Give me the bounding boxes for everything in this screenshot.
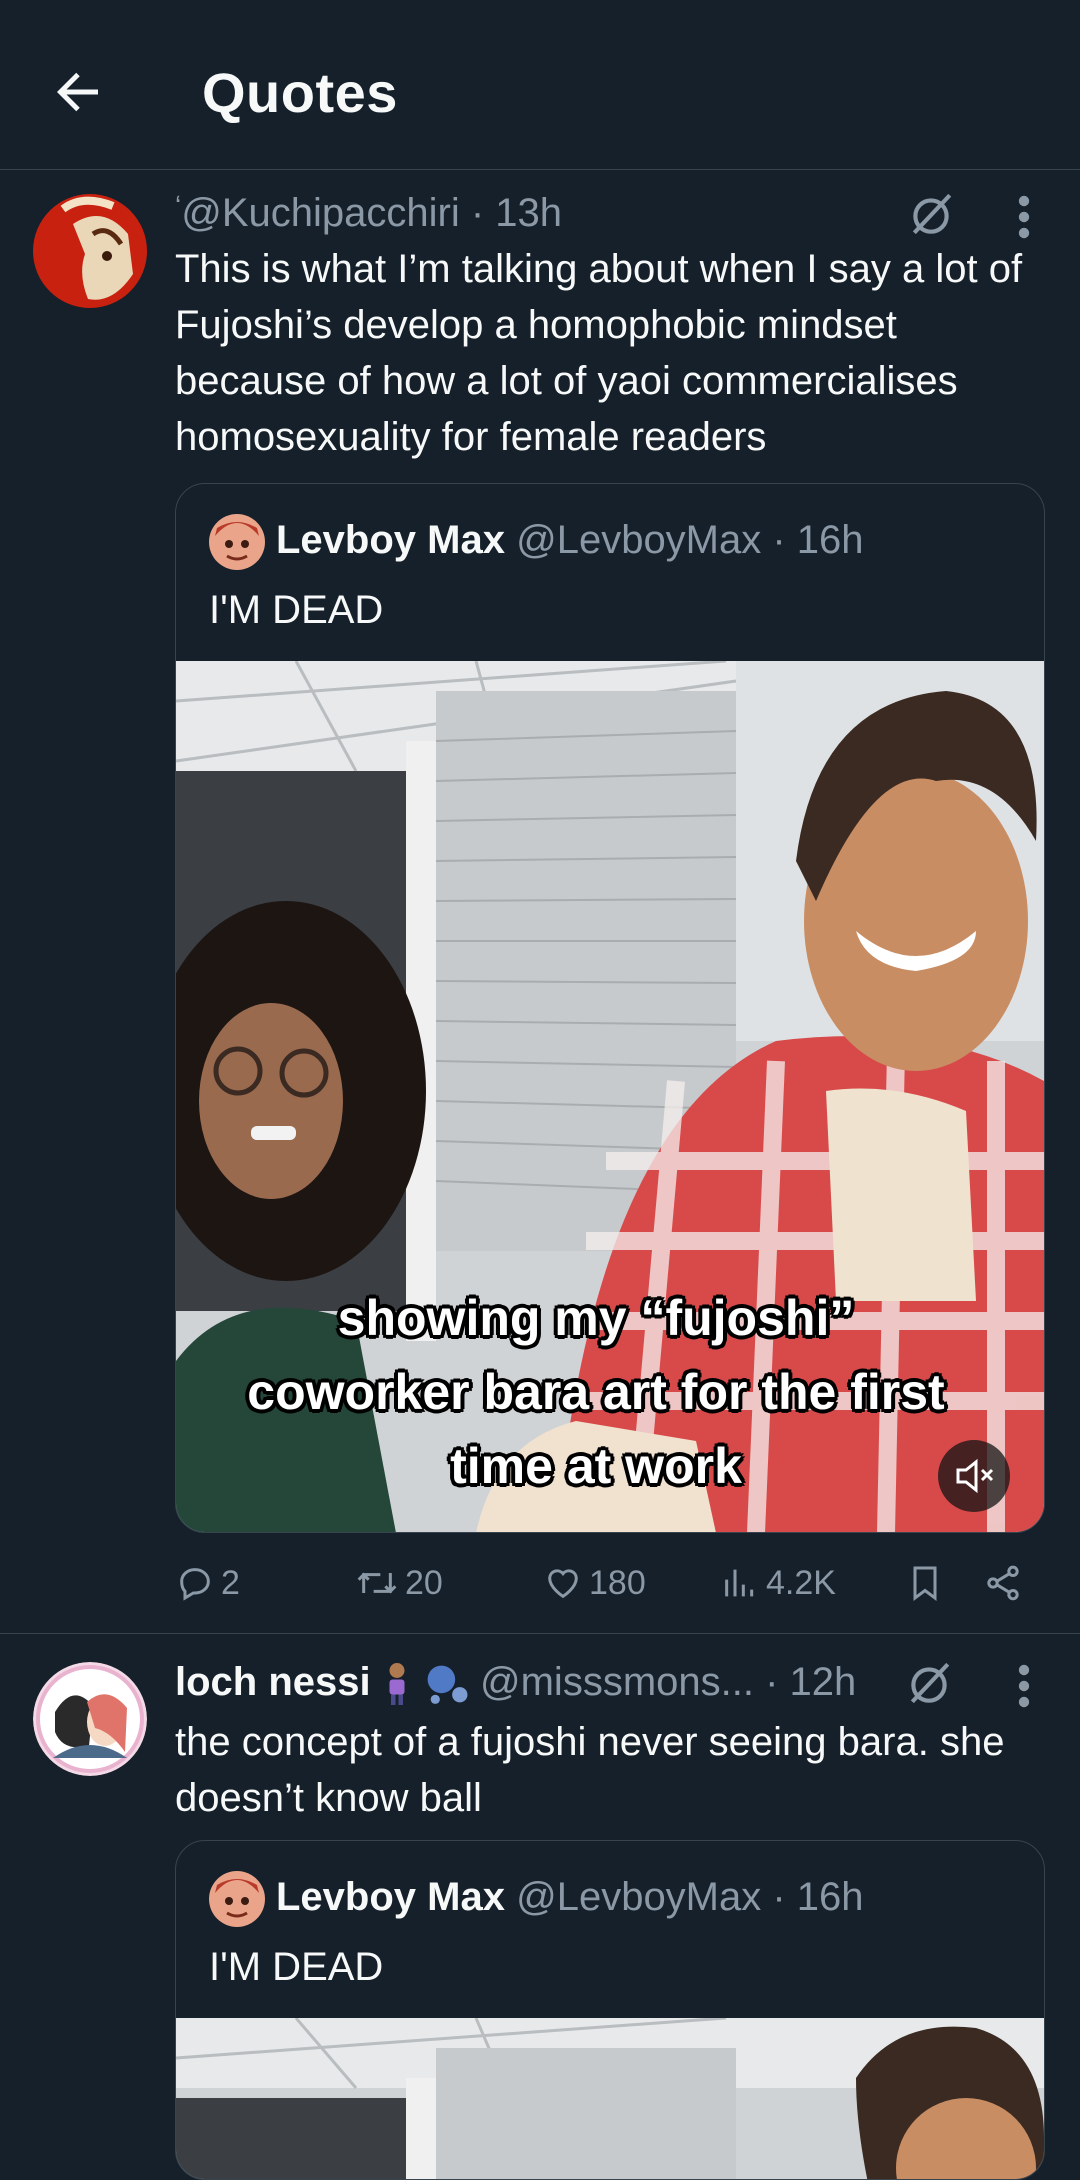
- like-button[interactable]: 180: [543, 1553, 646, 1613]
- author-handle[interactable]: @misssmons...: [480, 1660, 754, 1704]
- video-player[interactable]: [176, 2018, 1044, 2179]
- quoted-time: 16h: [796, 1875, 864, 1919]
- post-time: 12h: [789, 1660, 857, 1704]
- reply-count: 2: [221, 1563, 240, 1602]
- post-header: loch nessi @misssmons... · 12h: [175, 1660, 856, 1707]
- views-count: 4.2K: [766, 1563, 836, 1602]
- quoted-avatar[interactable]: [209, 514, 265, 570]
- quoted-header: Levboy Max @LevboyMax · 16h: [276, 518, 864, 562]
- bubbles-emoji-icon: [427, 1666, 468, 1705]
- share-icon: [987, 1565, 1019, 1601]
- more-options-icon[interactable]: [1016, 193, 1032, 241]
- quote-post-1[interactable]: ʻ@Kuchipacchiri · 13h This is what I’m t…: [0, 171, 1080, 1633]
- speaker-muted-icon: [956, 1458, 994, 1494]
- views-icon: [725, 1569, 754, 1597]
- quoted-author-handle[interactable]: @LevboyMax: [516, 518, 761, 562]
- views-button[interactable]: 4.2K: [720, 1553, 836, 1613]
- bookmark-icon: [913, 1566, 937, 1601]
- avatar[interactable]: [33, 1662, 147, 1776]
- heart-icon: [548, 1569, 578, 1599]
- quoted-text: I'M DEAD: [209, 588, 384, 632]
- author-handle[interactable]: @Kuchipacchiri: [181, 191, 460, 235]
- post-actions: 2 20 180 4.2K: [175, 1553, 1045, 1613]
- quoted-header: Levboy Max @LevboyMax · 16h: [276, 1875, 864, 1919]
- like-count: 180: [589, 1563, 646, 1602]
- repost-count: 20: [405, 1563, 443, 1602]
- person-emoji-icon: [389, 1663, 405, 1706]
- quoted-author-name[interactable]: Levboy Max: [276, 1875, 505, 1919]
- share-button[interactable]: [983, 1553, 1029, 1613]
- reply-icon: [180, 1568, 210, 1601]
- quote-post-2[interactable]: loch nessi @misssmons... · 12h the conce…: [0, 1634, 1080, 2180]
- post-text: This is what I’m talking about when I sa…: [175, 247, 1023, 459]
- repost-button[interactable]: 20: [355, 1553, 443, 1613]
- video-caption: showing my “fujoshi” coworker bara art f…: [247, 1290, 945, 1494]
- mute-button[interactable]: [938, 1440, 1010, 1512]
- bookmark-button[interactable]: [905, 1553, 951, 1613]
- quoted-avatar[interactable]: [209, 1871, 265, 1927]
- quoted-author-name[interactable]: Levboy Max: [276, 518, 505, 562]
- grok-icon[interactable]: [906, 189, 956, 239]
- back-arrow-icon[interactable]: [48, 62, 108, 122]
- quoted-time: 16h: [796, 518, 864, 562]
- post-header: ʻ@Kuchipacchiri · 13h: [175, 191, 563, 235]
- quoted-post[interactable]: Levboy Max @LevboyMax · 16h I'M DEAD: [175, 1840, 1045, 2180]
- repost-icon: [357, 1572, 397, 1594]
- video-player[interactable]: showing my “fujoshi” coworker bara art f…: [176, 661, 1044, 1532]
- grok-icon[interactable]: [904, 1658, 954, 1708]
- post-time: 13h: [495, 191, 563, 235]
- post-text: the concept of a fujoshi never seeing ba…: [175, 1720, 1005, 1820]
- more-options-icon[interactable]: [1016, 1662, 1032, 1710]
- author-name[interactable]: loch nessi: [175, 1660, 371, 1704]
- video-frame: [176, 2018, 1044, 2179]
- reply-button[interactable]: 2: [175, 1553, 240, 1613]
- quoted-text: I'M DEAD: [209, 1945, 384, 1989]
- top-bar: Quotes: [0, 0, 1080, 170]
- quoted-post[interactable]: Levboy Max @LevboyMax · 16h I'M DEAD: [175, 483, 1045, 1533]
- avatar[interactable]: [33, 194, 147, 308]
- page-title: Quotes: [202, 61, 398, 124]
- quoted-author-handle[interactable]: @LevboyMax: [516, 1875, 761, 1919]
